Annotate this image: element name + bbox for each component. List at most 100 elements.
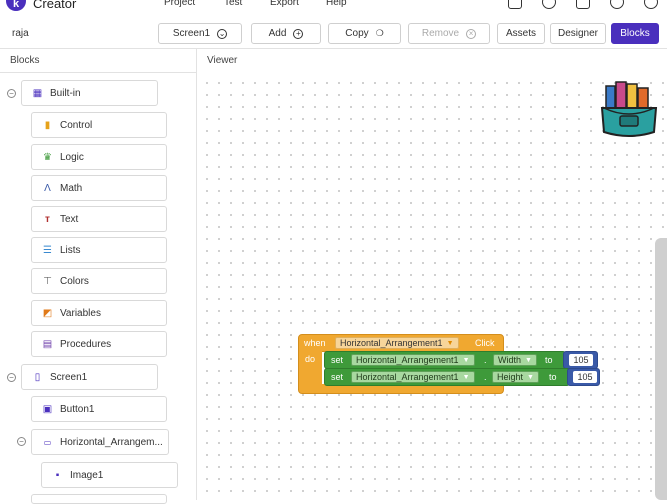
image-icon: ▪ <box>55 470 60 481</box>
plus-icon: + <box>293 28 304 39</box>
menu-project[interactable]: Project <box>164 0 195 8</box>
text-icon: ᴛ <box>45 214 50 225</box>
set-width-block[interactable]: set Horizontal_Arrangement1 ▼ . Width ▼ … <box>324 351 566 369</box>
tree-category-text[interactable]: ᴛ Text <box>31 206 167 232</box>
chevron-down-icon: ⌄ <box>217 28 228 39</box>
collapse-builtin-toggle[interactable]: − <box>7 89 16 98</box>
viewer-panel-title: Viewer <box>207 55 238 66</box>
dropdown-arrow-icon: ▼ <box>446 339 454 347</box>
tree-category-control[interactable]: ▮ Control <box>31 112 167 138</box>
set-component-label: Horizontal_Arrangement1 <box>356 372 459 382</box>
tree-category-label: Procedures <box>60 338 112 350</box>
tree-item-partial[interactable] <box>31 494 167 504</box>
account-icon[interactable] <box>644 0 658 9</box>
set-property-dropdown[interactable]: Width ▼ <box>493 354 537 366</box>
assets-button[interactable]: Assets <box>497 23 545 44</box>
tree-component-button1[interactable]: ▣ Button1 <box>31 396 167 422</box>
when-label: when <box>304 338 326 348</box>
procedures-icon: ▤ <box>42 339 53 350</box>
event-component-label: Horizontal_Arrangement1 <box>340 338 443 348</box>
tree-component-label: Button1 <box>60 403 95 415</box>
number-block[interactable]: 105 <box>563 351 598 369</box>
app-logo-icon: k <box>6 0 26 11</box>
to-label: to <box>545 355 553 365</box>
set-label: set <box>331 355 344 365</box>
do-label: do <box>305 354 316 364</box>
screen-select-label: Screen1 <box>172 28 211 39</box>
app-name: Creator <box>33 0 77 11</box>
remove-screen-label: Remove <box>421 28 460 39</box>
tree-component-label: Image1 <box>70 469 104 481</box>
tree-category-label: Math <box>60 182 83 194</box>
button-icon: ▣ <box>42 404 53 415</box>
tree-screen1[interactable]: ▯ Screen1 <box>21 364 158 390</box>
blocks-panel-title: Blocks <box>10 55 40 66</box>
dot-separator: . <box>484 355 487 365</box>
tree-category-math[interactable]: Λ Math <box>31 175 167 201</box>
toolbar: raja Screen1 ⌄ Add + Copy ❍ Remove × Ass… <box>0 23 667 47</box>
logic-icon: ♛ <box>43 152 52 163</box>
number-block[interactable]: 105 <box>567 368 600 386</box>
set-height-block[interactable]: set Horizontal_Arrangement1 ▼ . Height ▼… <box>324 368 570 386</box>
copy-screen-button[interactable]: Copy ❍ <box>328 23 401 44</box>
close-icon: × <box>466 28 477 39</box>
event-name: Click <box>475 338 495 348</box>
set-label: set <box>331 372 344 382</box>
tree-component-horizontal-arrangement[interactable]: ▭ Horizontal_Arrangem... <box>31 429 169 455</box>
dot-separator: . <box>484 372 487 382</box>
set-property-label: Height <box>497 372 524 382</box>
collapse-arrangement-toggle[interactable]: − <box>17 437 26 446</box>
backpack-icon[interactable] <box>598 80 660 140</box>
divider <box>0 72 196 73</box>
blocks-button[interactable]: Blocks <box>611 23 659 44</box>
event-component-dropdown[interactable]: Horizontal_Arrangement1 ▼ <box>335 337 459 349</box>
remove-screen-button[interactable]: Remove × <box>408 23 490 44</box>
set-component-dropdown[interactable]: Horizontal_Arrangement1 ▼ <box>351 354 475 366</box>
designer-button[interactable]: Designer <box>550 23 606 44</box>
tree-builtin[interactable]: ▦ Built-in <box>21 80 158 106</box>
projects-icon[interactable] <box>576 0 590 9</box>
grid-icon: ▦ <box>32 88 43 99</box>
screen-select-button[interactable]: Screen1 ⌄ <box>158 23 242 44</box>
dollar-icon[interactable] <box>610 0 624 9</box>
tree-category-variables[interactable]: ◩ Variables <box>31 300 167 326</box>
set-component-label: Horizontal_Arrangement1 <box>356 355 459 365</box>
tree-category-label: Variables <box>60 307 101 319</box>
menu-test[interactable]: Test <box>224 0 242 8</box>
set-property-label: Width <box>498 355 522 365</box>
control-icon: ▮ <box>44 120 51 131</box>
new-project-icon[interactable] <box>508 0 522 9</box>
collapse-screen-toggle[interactable]: − <box>7 373 16 382</box>
tree-category-logic[interactable]: ♛ Logic <box>31 144 167 170</box>
tree-category-colors[interactable]: ⊤ Colors <box>31 268 167 294</box>
paint-roller-icon: ⊤ <box>43 276 52 287</box>
tree-component-image1[interactable]: ▪ Image1 <box>41 462 178 488</box>
tree-category-procedures[interactable]: ▤ Procedures <box>31 331 167 357</box>
tree-category-label: Colors <box>60 275 89 287</box>
dropdown-arrow-icon: ▼ <box>462 373 470 381</box>
to-label: to <box>549 372 557 382</box>
number-value[interactable]: 105 <box>569 354 593 366</box>
phone-icon: ▯ <box>34 372 41 383</box>
top-menu-bar: k Creator Project Test Export Help <box>0 0 667 16</box>
variables-icon: ◩ <box>42 308 53 319</box>
copy-screen-label: Copy <box>345 28 369 39</box>
menu-help[interactable]: Help <box>326 0 347 8</box>
tree-screen-label: Screen1 <box>50 371 88 383</box>
tree-category-lists[interactable]: ☰ Lists <box>31 237 167 263</box>
tree-component-label: Horizontal_Arrangem... <box>60 436 163 448</box>
tree-category-label: Lists <box>60 244 81 256</box>
set-property-dropdown[interactable]: Height ▼ <box>492 371 539 383</box>
number-value[interactable]: 105 <box>573 371 597 383</box>
add-screen-label: Add <box>268 28 287 39</box>
gallery-icon[interactable] <box>542 0 556 9</box>
copy-icon: ❍ <box>375 28 384 38</box>
workspace-scrollbar[interactable] <box>655 238 667 500</box>
blocks-workspace[interactable] <box>197 73 667 500</box>
add-screen-button[interactable]: Add + <box>251 23 321 44</box>
math-icon: Λ <box>44 183 51 194</box>
dropdown-arrow-icon: ▼ <box>525 356 532 364</box>
menu-export[interactable]: Export <box>270 0 299 8</box>
set-component-dropdown[interactable]: Horizontal_Arrangement1 ▼ <box>351 371 475 383</box>
divider <box>0 48 667 49</box>
